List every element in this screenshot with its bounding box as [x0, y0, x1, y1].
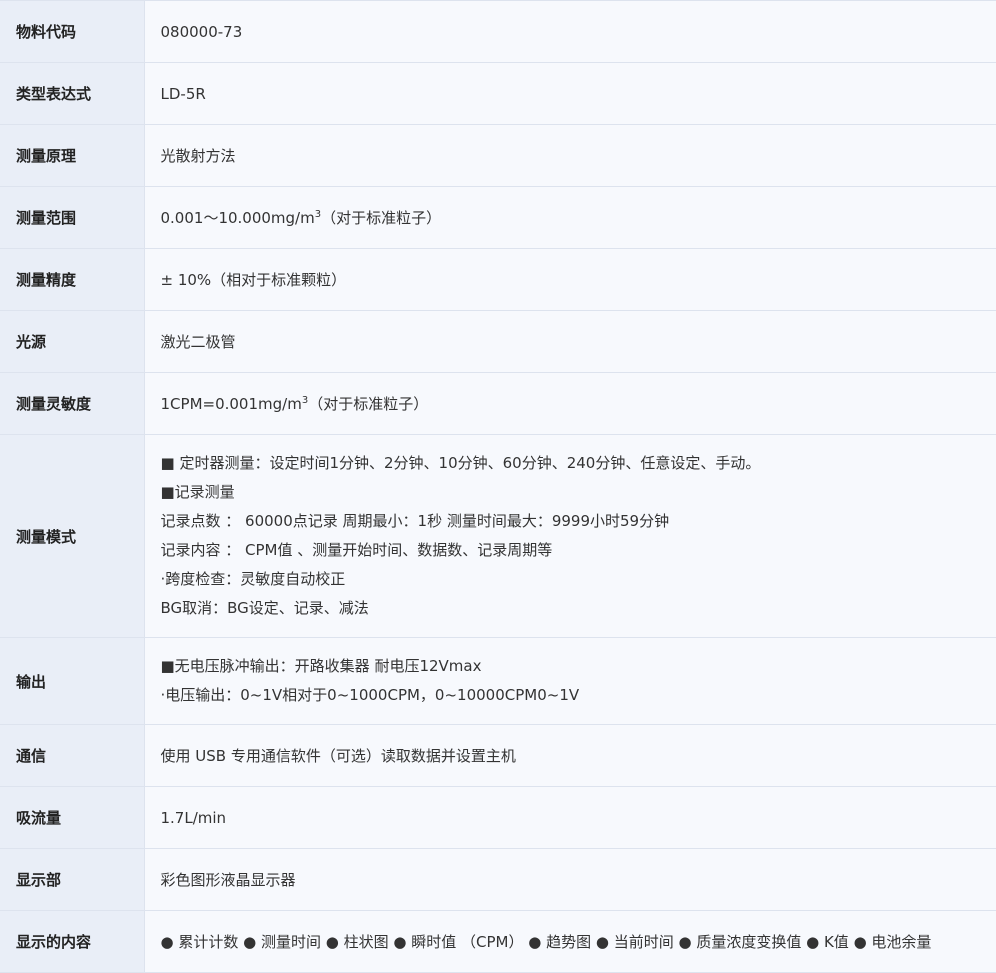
spec-row-light-source: 光源 激光二极管	[0, 311, 996, 373]
spec-table: 物料代码 080000-73 类型表达式 LD-5R 测量原理 光散射方法 测量…	[0, 0, 996, 973]
value-text: 0.001～10.000mg/m	[161, 209, 315, 227]
spec-label: 测量精度	[0, 249, 144, 311]
spec-label: 通信	[0, 725, 144, 787]
spec-label: 测量灵敏度	[0, 373, 144, 435]
value-line: 记录内容 ： CPM值 、测量开始时间、数据数、记录周期等	[161, 536, 996, 565]
spec-value: LD-5R	[144, 63, 996, 125]
spec-label: 测量原理	[0, 125, 144, 187]
spec-value: ± 10%（相对于标准颗粒）	[144, 249, 996, 311]
spec-row-display-content: 显示的内容 ● 累计计数 ● 测量时间 ● 柱状图 ● 瞬时值 （CPM） ● …	[0, 911, 996, 973]
value-text: 1CPM=0.001mg/m	[161, 395, 302, 413]
spec-value: ● 累计计数 ● 测量时间 ● 柱状图 ● 瞬时值 （CPM） ● 趋势图 ● …	[144, 911, 996, 973]
spec-label: 光源	[0, 311, 144, 373]
spec-row-accuracy: 测量精度 ± 10%（相对于标准颗粒）	[0, 249, 996, 311]
spec-label: 吸流量	[0, 787, 144, 849]
spec-value: 1.7L/min	[144, 787, 996, 849]
value-line: ■记录测量	[161, 478, 996, 507]
spec-label: 测量范围	[0, 187, 144, 249]
value-line: BG取消：BG设定、记录、减法	[161, 594, 996, 623]
spec-value: 0.001～10.000mg/m3（对于标准粒子）	[144, 187, 996, 249]
value-line: ·电压输出：0~1V相对于0~1000CPM，0~10000CPM0~1V	[161, 681, 996, 710]
value-line: ·跨度检查：灵敏度自动校正	[161, 565, 996, 594]
spec-row-modes: 测量模式 ■ 定时器测量：设定时间1分钟、2分钟、10分钟、60分钟、240分钟…	[0, 435, 996, 638]
value-note: （对于标准粒子）	[321, 209, 441, 227]
spec-value: 080000-73	[144, 1, 996, 63]
spec-value: 彩色图形液晶显示器	[144, 849, 996, 911]
spec-value: 使用 USB 专用通信软件（可选）读取数据并设置主机	[144, 725, 996, 787]
spec-label: 物料代码	[0, 1, 144, 63]
spec-label: 显示部	[0, 849, 144, 911]
spec-row-output: 输出 ■无电压脉冲输出：开路收集器 耐电压12Vmax ·电压输出：0~1V相对…	[0, 638, 996, 725]
spec-row-model: 类型表达式 LD-5R	[0, 63, 996, 125]
spec-label: 输出	[0, 638, 144, 725]
spec-row-flow-rate: 吸流量 1.7L/min	[0, 787, 996, 849]
value-note: （对于标准粒子）	[308, 395, 428, 413]
spec-row-principle: 测量原理 光散射方法	[0, 125, 996, 187]
spec-row-material-code: 物料代码 080000-73	[0, 1, 996, 63]
spec-value: ■ 定时器测量：设定时间1分钟、2分钟、10分钟、60分钟、240分钟、任意设定…	[144, 435, 996, 638]
value-line: ■无电压脉冲输出：开路收集器 耐电压12Vmax	[161, 652, 996, 681]
spec-value: 1CPM=0.001mg/m3（对于标准粒子）	[144, 373, 996, 435]
spec-label: 类型表达式	[0, 63, 144, 125]
spec-label: 测量模式	[0, 435, 144, 638]
spec-row-range: 测量范围 0.001～10.000mg/m3（对于标准粒子）	[0, 187, 996, 249]
spec-value: 激光二极管	[144, 311, 996, 373]
spec-value: ■无电压脉冲输出：开路收集器 耐电压12Vmax ·电压输出：0~1V相对于0~…	[144, 638, 996, 725]
spec-value: 光散射方法	[144, 125, 996, 187]
spec-row-sensitivity: 测量灵敏度 1CPM=0.001mg/m3（对于标准粒子）	[0, 373, 996, 435]
value-line: 记录点数 ： 60000点记录 周期最小：1秒 测量时间最大：9999小时59分…	[161, 507, 996, 536]
value-line: ■ 定时器测量：设定时间1分钟、2分钟、10分钟、60分钟、240分钟、任意设定…	[161, 449, 996, 478]
spec-label: 显示的内容	[0, 911, 144, 973]
spec-row-display: 显示部 彩色图形液晶显示器	[0, 849, 996, 911]
spec-row-communication: 通信 使用 USB 专用通信软件（可选）读取数据并设置主机	[0, 725, 996, 787]
